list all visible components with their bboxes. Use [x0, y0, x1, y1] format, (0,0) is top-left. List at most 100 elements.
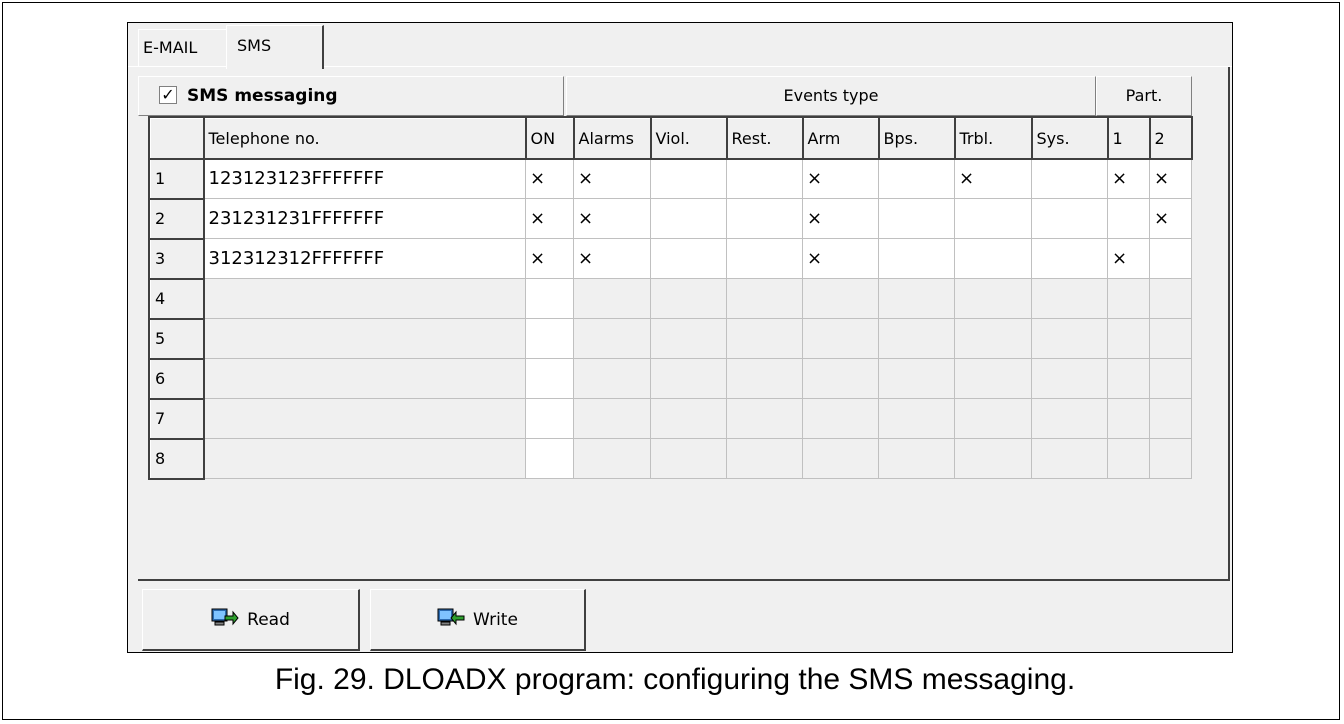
on-cell[interactable] — [525, 358, 574, 399]
telephone-cell[interactable]: 312312312FFFFFFF — [203, 238, 526, 279]
restore-cell[interactable] — [726, 238, 803, 279]
arm-cell[interactable] — [802, 358, 879, 399]
violation-cell[interactable] — [650, 318, 727, 359]
telephone-cell[interactable] — [203, 318, 526, 359]
partition-1-cell[interactable] — [1107, 398, 1150, 439]
partition-1-cell[interactable]: × — [1107, 158, 1150, 199]
column-header-trouble: Trbl. — [954, 118, 1033, 160]
violation-cell[interactable] — [650, 238, 727, 279]
partition-2-cell[interactable] — [1149, 318, 1192, 359]
partition-2-cell[interactable]: × — [1149, 158, 1192, 199]
write-button[interactable]: Write — [370, 589, 586, 651]
system-cell[interactable] — [1031, 278, 1108, 319]
trouble-cell[interactable] — [954, 198, 1032, 239]
bypass-cell[interactable] — [878, 198, 955, 239]
restore-cell[interactable] — [726, 398, 803, 439]
row-number: 7 — [150, 398, 205, 440]
telephone-cell[interactable] — [203, 438, 526, 479]
trouble-cell[interactable] — [954, 318, 1032, 359]
restore-cell[interactable] — [726, 158, 803, 199]
telephone-cell[interactable] — [203, 358, 526, 399]
partition-1-cell[interactable] — [1107, 198, 1150, 239]
partition-1-cell[interactable] — [1107, 318, 1150, 359]
alarms-cell[interactable] — [573, 318, 651, 359]
alarms-cell[interactable] — [573, 278, 651, 319]
trouble-cell[interactable]: × — [954, 158, 1032, 199]
arm-cell[interactable] — [802, 278, 879, 319]
table-row: 4 — [150, 278, 1192, 320]
arm-cell[interactable]: × — [802, 238, 879, 279]
telephone-cell[interactable]: 231231231FFFFFFF — [203, 198, 526, 239]
arm-cell[interactable] — [802, 318, 879, 359]
table-row: 2 231231231FFFFFFF × × × × — [150, 198, 1192, 240]
system-cell[interactable] — [1031, 438, 1108, 479]
tab-sms[interactable]: SMS — [226, 25, 324, 69]
partition-1-cell[interactable]: × — [1107, 238, 1150, 279]
arm-cell[interactable] — [802, 438, 879, 479]
telephone-cell[interactable] — [203, 398, 526, 439]
partition-1-cell[interactable] — [1107, 278, 1150, 319]
restore-cell[interactable] — [726, 358, 803, 399]
trouble-cell[interactable] — [954, 358, 1032, 399]
on-cell[interactable]: × — [525, 158, 574, 199]
on-cell[interactable] — [525, 318, 574, 359]
violation-cell[interactable] — [650, 158, 727, 199]
column-header-partition-1: 1 — [1107, 118, 1151, 160]
bypass-cell[interactable] — [878, 358, 955, 399]
arm-cell[interactable]: × — [802, 158, 879, 199]
alarms-cell[interactable]: × — [573, 198, 651, 239]
partition-1-cell[interactable] — [1107, 358, 1150, 399]
trouble-cell[interactable] — [954, 398, 1032, 439]
read-button[interactable]: Read — [142, 589, 360, 651]
system-cell[interactable] — [1031, 238, 1108, 279]
restore-cell[interactable] — [726, 198, 803, 239]
bypass-cell[interactable] — [878, 278, 955, 319]
alarms-cell[interactable] — [573, 358, 651, 399]
on-cell[interactable] — [525, 398, 574, 439]
restore-cell[interactable] — [726, 318, 803, 359]
tab-email[interactable]: E-MAIL — [138, 29, 226, 67]
violation-cell[interactable] — [650, 398, 727, 439]
bypass-cell[interactable] — [878, 158, 955, 199]
trouble-cell[interactable] — [954, 238, 1032, 279]
alarms-cell[interactable]: × — [573, 158, 651, 199]
violation-cell[interactable] — [650, 278, 727, 319]
bypass-cell[interactable] — [878, 238, 955, 279]
violation-cell[interactable] — [650, 358, 727, 399]
partition-1-cell[interactable] — [1107, 438, 1150, 479]
on-cell[interactable] — [525, 438, 574, 479]
system-cell[interactable] — [1031, 398, 1108, 439]
violation-cell[interactable] — [650, 438, 727, 479]
partition-2-cell[interactable] — [1149, 278, 1192, 319]
alarms-cell[interactable]: × — [573, 238, 651, 279]
trouble-cell[interactable] — [954, 278, 1032, 319]
bypass-cell[interactable] — [878, 438, 955, 479]
system-cell[interactable] — [1031, 318, 1108, 359]
partition-2-cell[interactable] — [1149, 398, 1192, 439]
sms-messaging-checkbox[interactable]: ✓ — [159, 86, 177, 104]
on-cell[interactable]: × — [525, 198, 574, 239]
partition-2-cell[interactable] — [1149, 238, 1192, 279]
alarms-cell[interactable] — [573, 438, 651, 479]
on-cell[interactable] — [525, 278, 574, 319]
bypass-cell[interactable] — [878, 398, 955, 439]
system-cell[interactable] — [1031, 358, 1108, 399]
system-cell[interactable] — [1031, 198, 1108, 239]
row-number: 8 — [150, 438, 205, 480]
restore-cell[interactable] — [726, 438, 803, 479]
partition-2-cell[interactable]: × — [1149, 198, 1192, 239]
restore-cell[interactable] — [726, 278, 803, 319]
trouble-cell[interactable] — [954, 438, 1032, 479]
arm-cell[interactable]: × — [802, 198, 879, 239]
on-cell[interactable]: × — [525, 238, 574, 279]
telephone-cell[interactable] — [203, 278, 526, 319]
partition-2-cell[interactable] — [1149, 358, 1192, 399]
violation-cell[interactable] — [650, 198, 727, 239]
arm-cell[interactable] — [802, 398, 879, 439]
alarms-cell[interactable] — [573, 398, 651, 439]
sms-messaging-label[interactable]: SMS messaging — [187, 77, 338, 115]
bypass-cell[interactable] — [878, 318, 955, 359]
partition-2-cell[interactable] — [1149, 438, 1192, 479]
system-cell[interactable] — [1031, 158, 1108, 199]
telephone-cell[interactable]: 123123123FFFFFFF — [203, 158, 526, 199]
